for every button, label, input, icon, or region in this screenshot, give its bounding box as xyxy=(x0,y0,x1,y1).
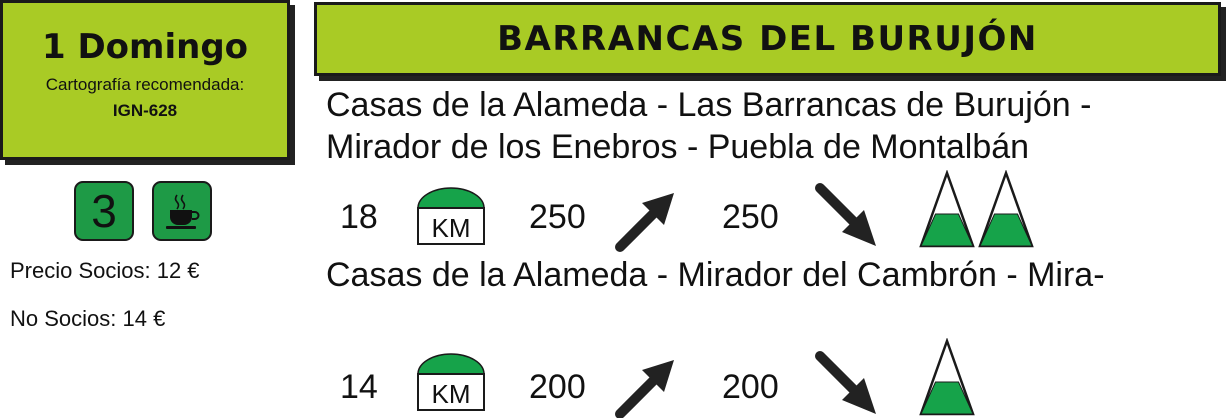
price-non-members: No Socios: 14 € xyxy=(10,306,166,331)
route-short-descent: 200 xyxy=(722,368,779,406)
km-icon: KM xyxy=(417,353,485,411)
route-long-description: Casas de la Alameda - Las Barrancas de B… xyxy=(326,84,1091,168)
difficulty-badge: 3 xyxy=(74,181,134,241)
descent-arrow-icon xyxy=(815,183,876,246)
date-title: 1 Domingo xyxy=(41,27,249,67)
route-long-ascent: 250 xyxy=(529,198,586,236)
difficulty-level: 3 xyxy=(91,185,117,237)
mountain-icon xyxy=(978,170,1034,248)
mountain-icon xyxy=(919,338,975,416)
route-long-line-1: Casas de la Alameda - Las Barrancas de B… xyxy=(326,86,1092,124)
date-box: 1 Domingo Cartografía recomendada: IGN-6… xyxy=(0,0,290,160)
route-short-line-1: Casas de la Alameda - Mirador del Cambró… xyxy=(326,256,1105,294)
ascent-arrow-icon xyxy=(615,193,674,252)
mountain-icon xyxy=(919,170,975,248)
descent-arrow-icon xyxy=(815,351,876,414)
route-title: BARRANCAS DEL BURUJÓN xyxy=(497,19,1038,59)
km-unit-label: KM xyxy=(432,379,471,409)
route-short-ascent: 200 xyxy=(529,368,586,406)
coffee-cup-icon xyxy=(166,194,200,229)
route-short-distance: 14 xyxy=(340,368,378,406)
coffee-badge xyxy=(152,181,212,241)
route-short-description: Casas de la Alameda - Mirador del Cambró… xyxy=(326,254,1105,296)
price-members: Precio Socios: 12 € xyxy=(10,258,200,283)
route-long-descent: 250 xyxy=(722,198,779,236)
route-long-distance: 18 xyxy=(340,198,378,236)
cartography-map: IGN-628 xyxy=(112,101,178,120)
km-unit-label: KM xyxy=(432,213,471,243)
cartography-label: Cartografía recomendada: xyxy=(45,75,245,94)
ascent-arrow-icon xyxy=(615,360,674,418)
route-long-line-2: Mirador de los Enebros - Puebla de Monta… xyxy=(326,128,1030,166)
km-icon: KM xyxy=(417,187,485,245)
title-box: BARRANCAS DEL BURUJÓN xyxy=(314,2,1221,76)
